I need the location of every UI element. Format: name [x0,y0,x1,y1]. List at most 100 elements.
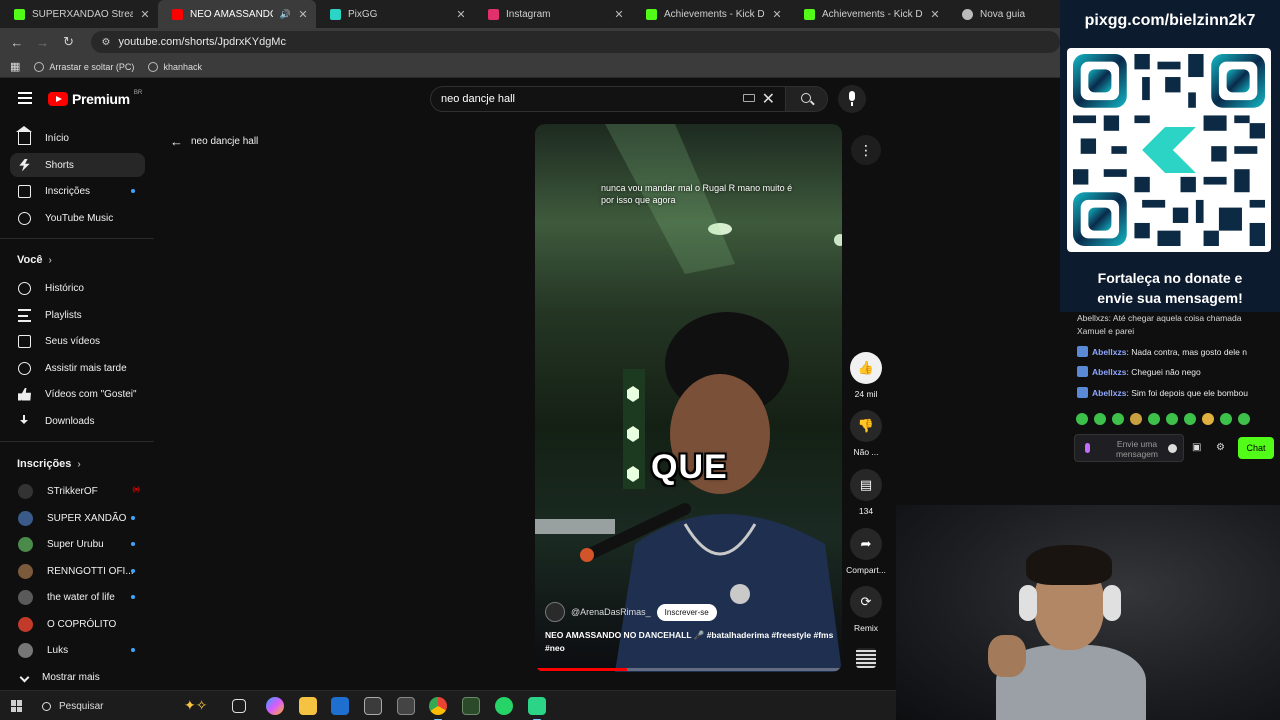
emote-icon[interactable] [1130,413,1142,425]
file-explorer-icon[interactable] [299,697,317,715]
close-icon[interactable]: ✕ [772,8,782,21]
clear-search-icon[interactable]: ✕ [762,89,775,109]
sidebar-item-history[interactable]: Histórico [10,276,145,300]
show-more-button[interactable]: Mostrar mais [10,665,145,689]
sidebar-item-watch-later[interactable]: Assistir mais tarde [10,356,145,380]
speaker-icon[interactable]: 🔊 [280,9,291,20]
sidebar-item-shorts[interactable]: Shorts [10,153,145,177]
keyboard-icon[interactable] [743,94,755,102]
url-bar[interactable]: ⚙ youtube.com/shorts/JpdrxKYdgMc [91,31,1060,53]
windows-start-icon[interactable] [11,700,23,712]
sidebar-channel[interactable]: Super Urubu [10,532,145,556]
apps-grid-icon[interactable]: ▦ [10,60,20,73]
emoji-picker-icon[interactable] [1168,444,1177,453]
taskbar-search[interactable]: Pesquisar ✦✧ [34,695,224,717]
emote-icon[interactable] [1094,413,1106,425]
search-button[interactable] [786,86,828,112]
task-view-icon[interactable] [232,699,246,713]
emote-icon[interactable] [1238,413,1250,425]
tab-pixgg[interactable]: PixGG ✕ [316,0,474,28]
chat-message-input[interactable]: Envie uma mensagem [1074,434,1184,462]
tab-instagram[interactable]: Instagram ✕ [474,0,632,28]
more-options-button[interactable]: ⋮ [851,135,881,165]
emote-icon[interactable] [1076,413,1088,425]
remix-button[interactable]: ⟳ [850,586,882,618]
sidebar-item-subscriptions[interactable]: Inscrições [10,179,145,203]
channel-handle[interactable]: @ArenaDasRimas_ [571,607,651,617]
sidebar-channel[interactable]: RENNGOTTI OFI... [10,559,145,583]
sidebar-channel[interactable]: STrikkerOF ((●)) [10,479,145,503]
bookmark-item[interactable]: Arrastar e soltar (PC) [34,61,134,72]
sidebar-channel[interactable]: the water of life [10,585,145,609]
subscribe-button[interactable]: Inscrever-se [656,603,717,621]
emote-icon[interactable] [1112,413,1124,425]
sidebar-channel[interactable]: SUPER XANDÃO [10,506,145,530]
voice-search-button[interactable] [838,85,866,113]
sidebar-item-liked-videos[interactable]: Vídeos com "Gostei" [10,382,145,406]
chat-username[interactable]: Abellxzs [1092,347,1127,357]
tab-superxandao[interactable]: SUPERXANDAO Stream - Watch ✕ [0,0,158,28]
emote-icon[interactable] [1166,413,1178,425]
video-progress-bar[interactable] [535,668,842,671]
chrome-icon[interactable] [429,697,447,720]
short-video-player[interactable]: nunca vou mandar mal o Rugal R mano muit… [535,124,842,672]
like-button[interactable]: 👍 [850,352,882,384]
forward-arrow-icon[interactable]: → [36,35,50,50]
emote-icon[interactable] [1148,413,1160,425]
dislike-button[interactable]: 👎 [850,410,882,442]
tab-new-tab[interactable]: Nova guia [948,0,1058,28]
close-icon[interactable]: ✕ [614,8,624,21]
sidebar-item-youtube-music[interactable]: YouTube Music [10,206,145,230]
remix-action[interactable]: ⟳ Remix [845,586,887,633]
tab-kick-achievements-2[interactable]: Achievements - Kick Dashboard ✕ [790,0,948,28]
search-input[interactable]: neo dancje hall ✕ [430,86,786,112]
sidebar-item-playlists[interactable]: Playlists [10,303,145,327]
channel-avatar[interactable] [545,602,565,622]
youtube-logo[interactable]: Premium BR [48,90,142,107]
streaming-app-icon[interactable] [528,697,546,720]
sidebar-channel[interactable]: O COPRÓLITO [10,612,145,636]
sidebar-item-downloads[interactable]: Downloads [10,409,145,433]
menu-icon[interactable] [18,92,32,104]
like-action[interactable]: 👍 24 mil [845,352,887,399]
sidebar-item-home[interactable]: Início [10,125,145,150]
chat-username[interactable]: Abellxzs [1092,388,1127,398]
comments-button[interactable]: ▤ [850,469,882,501]
minecraft-icon[interactable] [462,697,480,715]
sidebar-channel[interactable]: Luks [10,638,145,662]
app-icon[interactable] [397,697,415,715]
store-icon[interactable] [364,697,382,715]
copilot-icon[interactable] [266,697,284,715]
reload-icon[interactable]: ↻ [62,34,76,50]
share-button[interactable]: ➦ [850,528,882,560]
tab-kick-achievements-1[interactable]: Achievements - Kick Dashboard ✕ [632,0,790,28]
outlook-icon[interactable] [331,697,349,715]
you-section-heading[interactable]: Você › [17,254,52,266]
close-icon[interactable]: ✕ [140,8,150,21]
back-arrow-icon[interactable]: ← [170,134,183,149]
subscriptions-section-heading[interactable]: Inscrições › [17,458,81,470]
dislike-action[interactable]: 👎 Não ... [845,410,887,457]
back-arrow-icon[interactable]: ← [10,35,24,50]
emote-icon[interactable] [1202,413,1214,425]
gift-icon[interactable]: ▣ [1192,442,1202,453]
short-title[interactable]: NEO AMASSANDO NO DANCEHALL 🎤 #batalhader… [545,629,835,655]
comments-action[interactable]: ▤ 134 [845,469,887,516]
search-back-row[interactable]: ← neo dancje hall [170,134,258,149]
close-icon[interactable]: ✕ [930,8,940,21]
share-action[interactable]: ➦ Compart... [845,528,887,575]
microphone-icon[interactable] [1085,443,1090,453]
chat-username[interactable]: Abellxzs [1092,367,1127,377]
close-icon[interactable]: ✕ [298,8,308,21]
emote-icon[interactable] [1220,413,1232,425]
tab-youtube-short[interactable]: NEO AMASSANDO NO DANCE 🔊 ✕ [158,0,316,28]
bookmark-item[interactable]: khanhack [148,61,202,72]
emote-icon[interactable] [1184,413,1196,425]
sound-source-thumbnail[interactable] [856,648,876,668]
send-chat-button[interactable]: Chat [1238,437,1274,459]
whatsapp-icon[interactable] [495,697,513,715]
site-info-icon[interactable]: ⚙ [101,37,110,48]
close-icon[interactable]: ✕ [456,8,466,21]
settings-gear-icon[interactable]: ⚙ [1216,442,1226,453]
sidebar-item-your-videos[interactable]: Seus vídeos [10,329,145,353]
